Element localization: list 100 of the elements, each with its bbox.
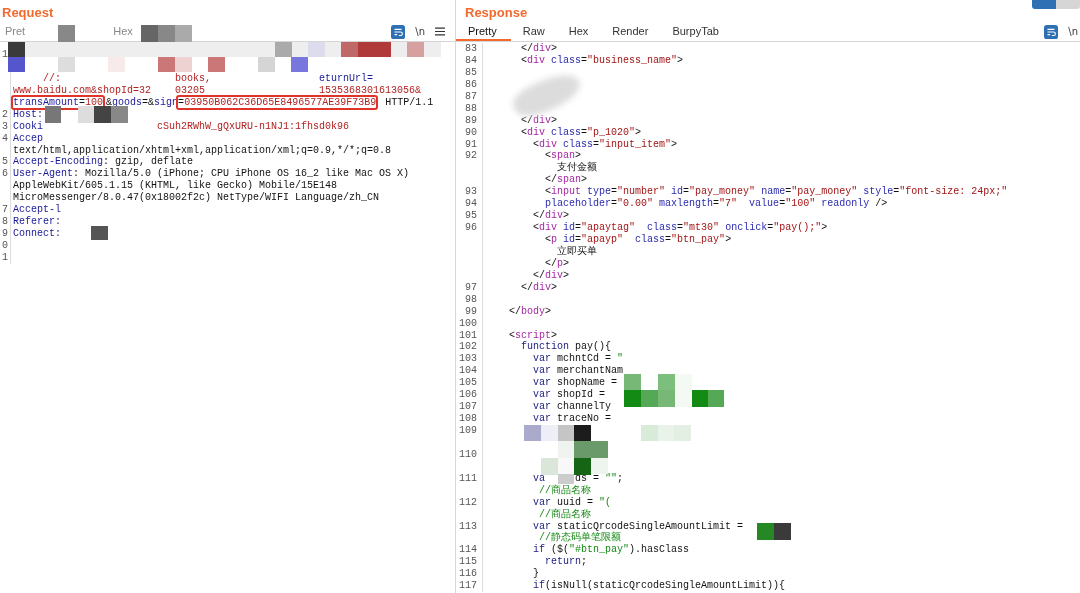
- code-line: Cooki cSuh2RWhW_gQxURU-n1NJ1:1fhsd0k96: [12, 120, 350, 133]
- code-line: Connect:: [12, 228, 61, 240]
- code-line: function pay(){: [520, 341, 612, 353]
- line-number: 89: [465, 114, 477, 126]
- line-number: 95: [465, 210, 477, 222]
- word-wrap-icon[interactable]: [1044, 24, 1059, 39]
- code-line: Accept-l: [12, 204, 61, 216]
- line-number: 100: [459, 317, 477, 329]
- code-line: //静态码单笔限额: [538, 532, 621, 544]
- code-line: 立即买单: [557, 245, 597, 258]
- line-number: 98: [465, 293, 477, 305]
- word-wrap-icon[interactable]: [391, 24, 406, 39]
- line-number: 3: [2, 120, 8, 132]
- code-line: </div>: [520, 114, 558, 127]
- tab[interactable]: Render: [600, 22, 661, 41]
- line-number: 93: [465, 186, 477, 198]
- line-number: 5: [2, 156, 8, 168]
- code-line: </p>: [544, 257, 570, 270]
- code-line: <div id="apaytag" class="mt30" onclick="pay();">: [532, 222, 828, 234]
- line-number: 84: [465, 54, 477, 66]
- code-line: return;: [544, 556, 588, 569]
- code-line: var shopName =: [532, 377, 618, 389]
- code-line: //: books, eturnUrl=: [42, 72, 374, 85]
- line-number: 104: [459, 365, 477, 377]
- code-line: if ($("#btn_pay").hasClass: [532, 544, 690, 557]
- code-line: AppleWebKit/605.1.15 (KHTML, like Gecko) Mobile/15E148: [12, 180, 338, 192]
- panel-title: Request: [1, 4, 54, 20]
- line-number: 4: [2, 132, 8, 144]
- line-number: 106: [459, 389, 477, 401]
- code-line: </div>: [532, 269, 570, 282]
- line-number: 97: [465, 281, 477, 293]
- code-line: Accept-Encoding: gzip, deflate: [12, 156, 194, 168]
- code-line: text/html,application/xhtml+xml,application/xml;q=0.9,*/*;q=0.8: [12, 144, 392, 156]
- tab[interactable]: Hex: [108, 22, 138, 41]
- redaction-mosaic: [757, 523, 791, 540]
- line-number: 9: [2, 228, 8, 240]
- line-number: 1: [2, 251, 8, 263]
- code-line: </span>: [544, 174, 588, 186]
- line-number: 105: [459, 377, 477, 389]
- code-line: <div class="business_name">: [520, 54, 684, 67]
- line-number: 0: [2, 240, 8, 251]
- line-number: 107: [459, 401, 477, 413]
- code-line: var merchantNam: [532, 365, 624, 377]
- code-line: Accep: [12, 132, 43, 145]
- code-text: HTTP/1.1: [384, 96, 434, 108]
- code-line: MicroMessenger/8.0.47(0x18002f2c) NetType/WIFI Language/zh_CN: [12, 192, 380, 204]
- line-number: 86: [465, 78, 477, 90]
- line-number: 108: [459, 413, 477, 425]
- code-line: //商品名称: [538, 484, 591, 497]
- line-number: 102: [459, 341, 477, 353]
- code-line: var mchntCd = ": [532, 353, 624, 365]
- line-number: 92: [465, 150, 477, 162]
- line-number: 94: [465, 198, 477, 210]
- line-number: 87: [465, 90, 477, 102]
- code-line: <div class="input_item">: [532, 138, 678, 151]
- newline-toggle[interactable]: \n: [1068, 26, 1078, 37]
- line-number: 112: [459, 496, 477, 508]
- code-line: <p id="apayp" class="btn_pay">: [544, 234, 732, 245]
- line-number: 114: [459, 544, 477, 556]
- tab[interactable]: BurpyTab: [660, 22, 731, 41]
- highlighted-code: =03950B062C36D65E8496577AE39F73B9: [176, 94, 379, 110]
- code-line: var staticQrcodeSingleAmountLimit =: [532, 520, 744, 532]
- tab[interactable]: Hex: [556, 22, 601, 41]
- line-number: 117: [459, 580, 477, 592]
- line-number: 101: [459, 329, 477, 341]
- tab[interactable]: Raw: [510, 22, 557, 41]
- code-line: <script>: [508, 329, 558, 341]
- code-line: Host:: [12, 108, 43, 121]
- code-line: placeholder="0.00" maxlength="7" value="100" readonly />: [544, 198, 888, 210]
- code-line: var traceNo =: [532, 413, 612, 425]
- line-number: 116: [459, 568, 477, 580]
- code-line: 支付金额: [557, 162, 597, 175]
- line-number: 6: [2, 168, 8, 180]
- line-number: 8: [2, 216, 8, 228]
- code-line: <input type="number" id="pay_money" name="pay_money" style="font-size: 24px;": [544, 186, 1008, 198]
- line-number: 103: [459, 353, 477, 365]
- code-line: }: [532, 568, 539, 580]
- line-number: 7: [2, 204, 8, 216]
- line-number: 91: [465, 138, 477, 150]
- line-number: 111: [459, 472, 477, 484]
- code-line: </div>: [520, 43, 558, 55]
- code-line: </div>: [520, 281, 558, 294]
- code-line: User-Agent: Mozilla/5.0 (iPhone; CPU iPhone OS 16_2 like Mac OS X): [12, 168, 410, 180]
- line-number: 110: [459, 448, 477, 460]
- tab[interactable]: Pretty: [456, 22, 511, 41]
- newline-toggle[interactable]: \n: [415, 26, 425, 37]
- redaction-mosaic: [91, 226, 108, 240]
- line-number: 90: [465, 126, 477, 138]
- line-number: 113: [459, 520, 477, 532]
- line-number: 83: [465, 43, 477, 54]
- tab[interactable]: Pret: [0, 22, 31, 41]
- menu-icon[interactable]: [435, 27, 445, 36]
- code-line: Referer:: [12, 216, 61, 229]
- code-line: //商品名称: [538, 508, 591, 521]
- panel-title: Response: [464, 4, 528, 20]
- code-line: var shopId =: [532, 389, 606, 401]
- line-number: 2: [2, 108, 8, 120]
- line-number: 115: [459, 556, 477, 568]
- line-number: 88: [465, 102, 477, 114]
- line-number: 109: [459, 425, 477, 436]
